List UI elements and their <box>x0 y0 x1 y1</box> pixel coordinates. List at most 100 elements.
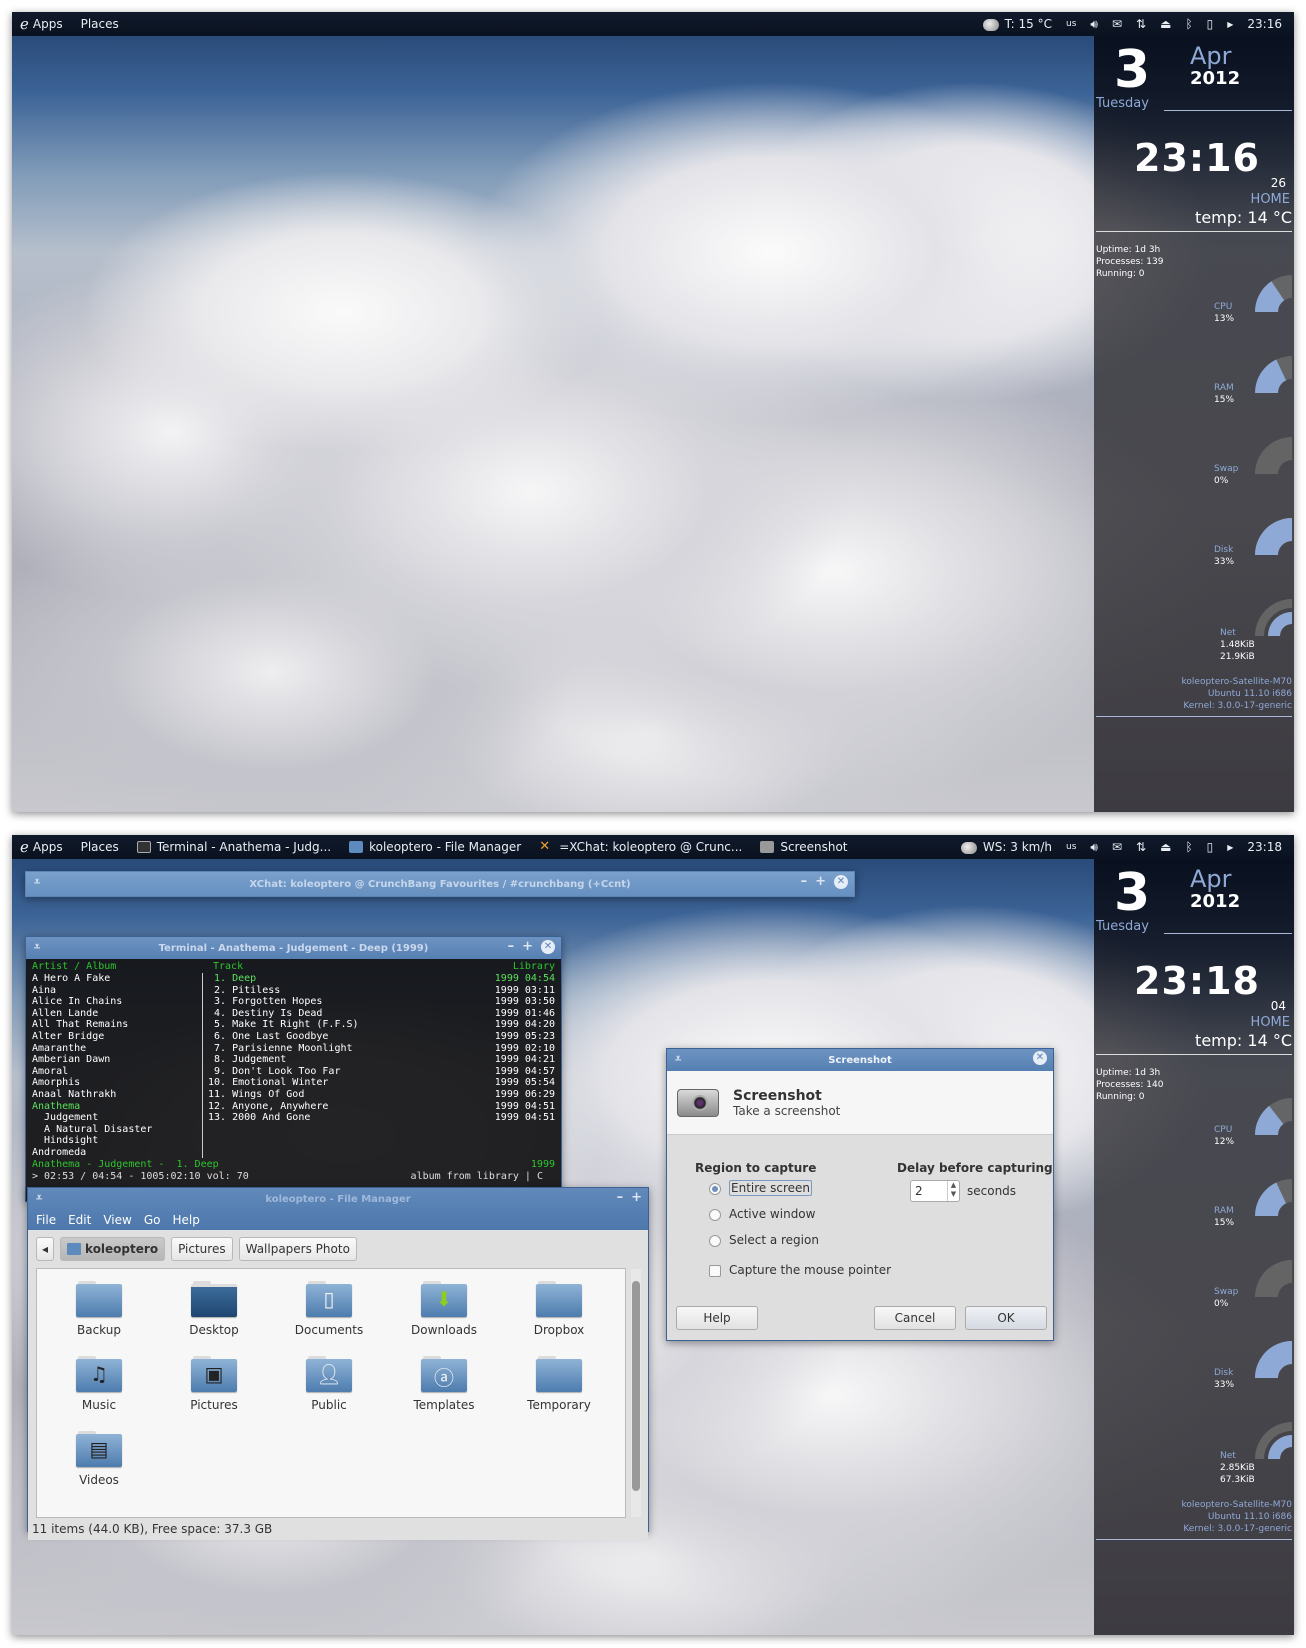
close-button[interactable]: ✕ <box>541 939 555 954</box>
usb-icon[interactable]: ⏏ <box>1160 17 1171 31</box>
artist-item[interactable]: Amorphis <box>32 1077 197 1089</box>
keyboard-layout[interactable]: us <box>1066 842 1076 852</box>
artist-list[interactable]: A Hero A Fake Aina Alice In Chains Allen La… <box>32 973 197 1159</box>
maximize-button[interactable]: + <box>631 1190 642 1205</box>
places-menu[interactable]: Places <box>81 17 119 31</box>
breadcrumb-wallpapers-photo[interactable]: Wallpapers Photo <box>238 1237 357 1261</box>
delay-spinner[interactable]: 2 ▲ ▼ <box>910 1180 960 1202</box>
weather-indicator[interactable]: T: 15 °C <box>982 17 1052 31</box>
track-row[interactable]: 6. One Last Goodbye 1999 05:23 <box>208 1031 555 1043</box>
taskbar-file-manager[interactable]: koleoptero - File Manager <box>349 840 521 854</box>
terminal-content[interactable]: Artist / Album Track Library A Hero A Fa… <box>26 959 561 1201</box>
track-row[interactable]: 12. Anyone, Anywhere 1999 04:51 <box>208 1101 555 1113</box>
maximize-button[interactable]: + <box>522 939 533 954</box>
file-item-desktop[interactable]: Desktop <box>164 1281 264 1337</box>
network-icon[interactable]: ⇅ <box>1136 840 1146 854</box>
radio-button[interactable] <box>709 1234 721 1247</box>
artist-item[interactable]: Hindsight <box>32 1135 197 1147</box>
window-menu-icon[interactable]: ⩡ <box>36 1191 42 1205</box>
track-row[interactable]: 11. Wings Of God 1999 06:29 <box>208 1089 555 1101</box>
close-button[interactable]: ✕ <box>1033 1051 1047 1065</box>
artist-item[interactable]: Alter Bridge <box>32 1031 197 1043</box>
file-item-videos[interactable]: ▤ Videos <box>49 1431 149 1487</box>
battery-icon[interactable]: ▯ <box>1207 840 1214 854</box>
radio-button[interactable] <box>709 1182 721 1195</box>
artist-item[interactable]: Allen Lande <box>32 1008 197 1020</box>
track-row[interactable]: 7. Parisienne Moonlight 1999 02:10 <box>208 1043 555 1055</box>
keyboard-layout[interactable]: us <box>1066 19 1076 29</box>
screenshot-titlebar[interactable]: ⩡ Screenshot ✕ <box>667 1049 1053 1071</box>
clock[interactable]: 23:18 <box>1247 840 1282 854</box>
distro-logo-icon[interactable]: ℯ <box>20 15 29 33</box>
vertical-scrollbar[interactable] <box>631 1269 641 1517</box>
file-item-public[interactable]: 👤︎ Public <box>279 1356 379 1412</box>
file-item-music[interactable]: ♫ Music <box>49 1356 149 1412</box>
file-item-downloads[interactable]: ⬇ Downloads <box>394 1281 494 1337</box>
scrollbar-thumb[interactable] <box>632 1281 640 1491</box>
cancel-button[interactable]: Cancel <box>874 1306 956 1330</box>
radio-button[interactable] <box>709 1208 721 1221</box>
terminal-window[interactable]: ⩡ Terminal - Anathema - Judgement - Deep… <box>25 936 562 1202</box>
volume-icon[interactable]: 🔊︎ <box>1090 17 1098 32</box>
ok-button[interactable]: OK <box>965 1306 1047 1330</box>
places-menu[interactable]: Places <box>81 840 119 854</box>
file-item-temporary[interactable]: Temporary <box>509 1356 609 1412</box>
checkbox[interactable] <box>709 1264 721 1277</box>
weather-indicator[interactable]: WS: 3 km/h <box>960 840 1052 854</box>
clock[interactable]: 23:16 <box>1247 17 1282 31</box>
file-item-dropbox[interactable]: Dropbox <box>509 1281 609 1337</box>
artist-item[interactable]: A Natural Disaster <box>32 1124 197 1136</box>
file-manager-window[interactable]: ⩡ koleoptero - File Manager – + File Edit V… <box>27 1187 649 1540</box>
track-row[interactable]: 13. 2000 And Gone 1999 04:51 <box>208 1112 555 1124</box>
track-row[interactable]: 2. Pitiless 1999 03:11 <box>208 985 555 997</box>
artist-item[interactable]: Alice In Chains <box>32 996 197 1008</box>
maximize-button[interactable]: + <box>815 874 826 889</box>
terminal-titlebar[interactable]: ⩡ Terminal - Anathema - Judgement - Deep… <box>26 937 561 959</box>
artist-item[interactable]: Amoral <box>32 1066 197 1078</box>
apps-menu[interactable]: Apps <box>33 840 63 854</box>
artist-item[interactable]: Judgement <box>32 1112 197 1124</box>
bluetooth-icon[interactable]: ᛒ <box>1185 840 1192 854</box>
minimize-button[interactable]: – <box>508 939 515 954</box>
artist-item[interactable]: All That Remains <box>32 1019 197 1031</box>
window-menu-icon[interactable]: ⩡ <box>34 875 40 889</box>
help-button[interactable]: Help <box>676 1306 758 1330</box>
file-item-backup[interactable]: Backup <box>49 1281 149 1337</box>
track-row[interactable]: 3. Forgotten Hopes 1999 03:50 <box>208 996 555 1008</box>
artist-item[interactable]: Anaal Nathrakh <box>32 1089 197 1101</box>
menu-help[interactable]: Help <box>172 1213 199 1227</box>
capture-pointer-checkbox[interactable]: Capture the mouse pointer <box>709 1263 891 1277</box>
radio-entire-screen[interactable]: Entire screen <box>709 1180 812 1196</box>
mail-icon[interactable]: ✉ <box>1112 840 1122 854</box>
window-menu-icon[interactable]: ⩡ <box>34 940 40 954</box>
file-item-documents[interactable]: ▯ Documents <box>279 1281 379 1337</box>
close-button[interactable]: ✕ <box>834 874 848 889</box>
artist-item[interactable]: Amaranthe <box>32 1043 197 1055</box>
menu-edit[interactable]: Edit <box>68 1213 91 1227</box>
artist-item[interactable]: Anathema <box>32 1101 197 1113</box>
xchat-window[interactable]: ⩡ XChat: koleoptero @ CrunchBang Favouri… <box>25 871 855 897</box>
breadcrumb-home[interactable]: koleoptero <box>60 1237 166 1261</box>
menu-file[interactable]: File <box>36 1213 56 1227</box>
file-item-templates[interactable]: ⓐ Templates <box>394 1356 494 1412</box>
file-icon-view[interactable]: Backup Desktop ▯ Documents ⬇ Downloads Dropbox… <box>36 1268 641 1518</box>
artist-item[interactable]: Aina <box>32 985 197 997</box>
artist-item[interactable]: Amberian Dawn <box>32 1054 197 1066</box>
delay-value[interactable]: 2 <box>915 1184 923 1198</box>
screenshot-dialog[interactable]: ⩡ Screenshot ✕ Screenshot Take a screens… <box>666 1048 1054 1341</box>
network-icon[interactable]: ⇅ <box>1136 17 1146 31</box>
taskbar-screenshot[interactable]: Screenshot <box>760 840 848 854</box>
taskbar-terminal[interactable]: Terminal - Anathema - Judg... <box>136 840 331 854</box>
taskbar-xchat[interactable]: ✕ =XChat: koleoptero @ Crunc... <box>539 840 742 854</box>
arrow-right-icon[interactable]: ▶ <box>1227 20 1233 29</box>
arrow-right-icon[interactable]: ▶ <box>1227 843 1233 852</box>
apps-menu[interactable]: Apps <box>33 17 63 31</box>
track-row[interactable]: 9. Don't Look Too Far 1999 04:57 <box>208 1066 555 1078</box>
mail-icon[interactable]: ✉ <box>1112 17 1122 31</box>
usb-icon[interactable]: ⏏ <box>1160 840 1171 854</box>
track-row[interactable]: 10. Emotional Winter 1999 05:54 <box>208 1077 555 1089</box>
track-row[interactable]: 5. Make It Right (F.F.S) 1999 04:20 <box>208 1019 555 1031</box>
window-menu-icon[interactable]: ⩡ <box>675 1052 681 1066</box>
track-row[interactable]: 4. Destiny Is Dead 1999 01:46 <box>208 1008 555 1020</box>
xchat-titlebar[interactable]: ⩡ XChat: koleoptero @ CrunchBang Favouri… <box>26 872 854 896</box>
